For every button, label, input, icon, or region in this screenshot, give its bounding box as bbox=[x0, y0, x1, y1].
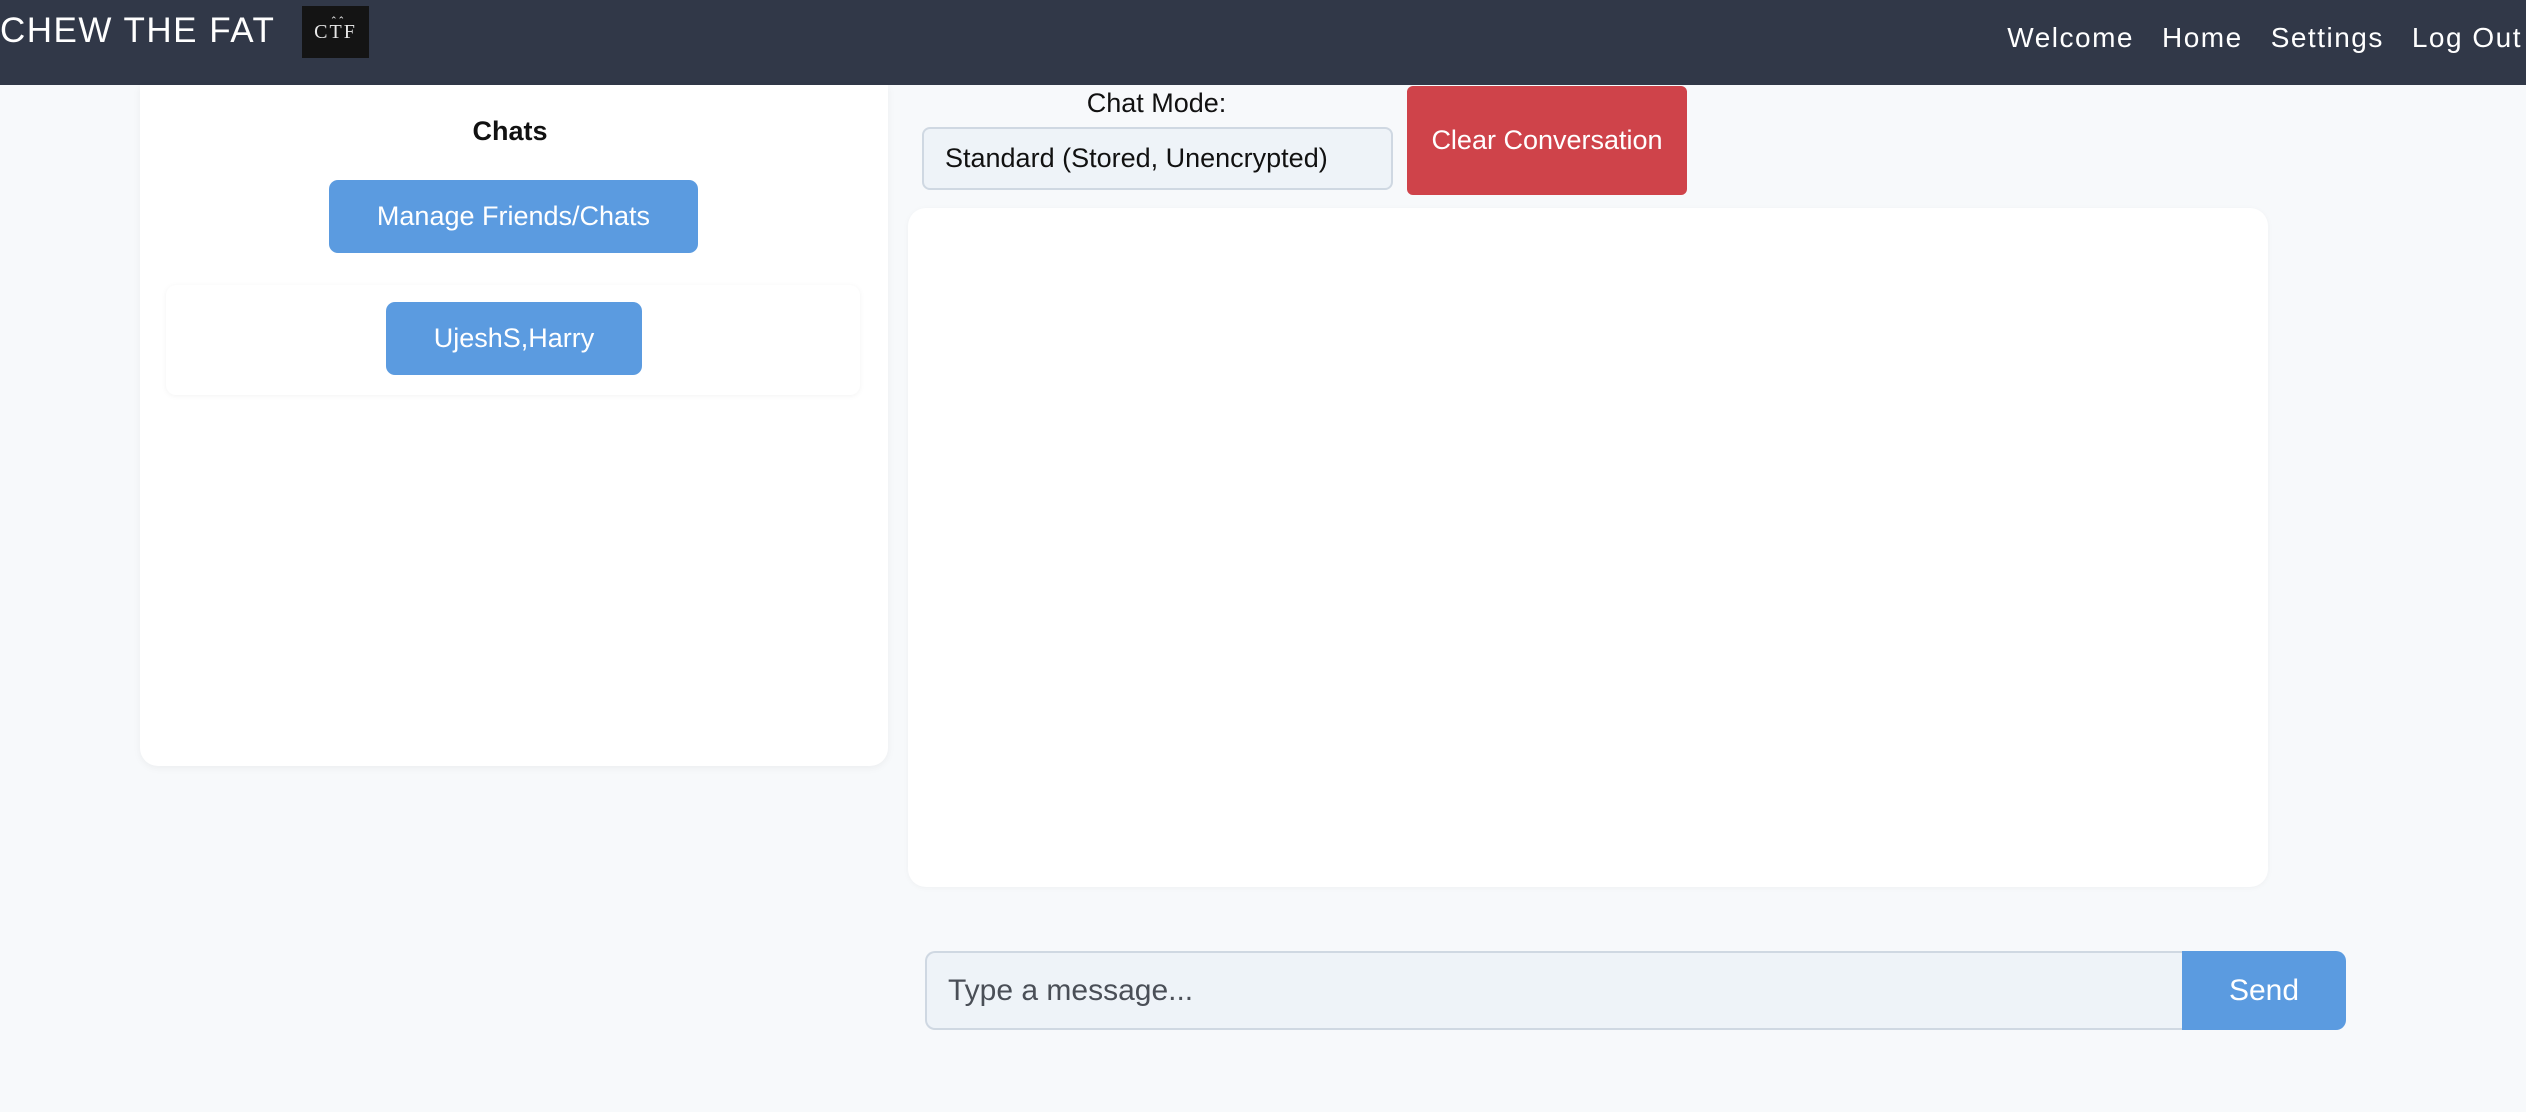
chat-mode-label: Chat Mode: bbox=[1086, 88, 1227, 118]
brand-title[interactable]: CHEW THE FAT bbox=[0, 11, 275, 51]
ctf-logo[interactable]: ⌃⌃ CTF bbox=[302, 6, 369, 58]
chat-list: UjeshS,Harry bbox=[166, 285, 860, 395]
message-input[interactable] bbox=[925, 951, 2183, 1030]
nav-link-home[interactable]: Home bbox=[2162, 20, 2243, 56]
chat-mode-select[interactable]: Standard (Stored, Unencrypted) bbox=[922, 127, 1393, 190]
nav-links: Welcome Home Settings Log Out bbox=[1979, 20, 2526, 56]
nav-link-settings[interactable]: Settings bbox=[2271, 20, 2384, 56]
nav-link-welcome[interactable]: Welcome bbox=[2007, 20, 2134, 56]
logo-mark-icon: ⌃⌃ bbox=[330, 15, 346, 25]
manage-friends-chats-button[interactable]: Manage Friends/Chats bbox=[329, 180, 698, 253]
clear-conversation-button[interactable]: Clear Conversation bbox=[1407, 86, 1687, 195]
top-navbar: CHEW THE FAT ⌃⌃ CTF Welcome Home Setting… bbox=[0, 0, 2526, 85]
chats-sidebar: Chats Manage Friends/Chats UjeshS,Harry bbox=[140, 85, 888, 766]
send-button[interactable]: Send bbox=[2182, 951, 2346, 1030]
nav-link-log-out[interactable]: Log Out bbox=[2412, 20, 2522, 56]
chat-item-ujeshs-harry[interactable]: UjeshS,Harry bbox=[386, 302, 642, 375]
chats-heading: Chats bbox=[472, 116, 548, 146]
message-area bbox=[908, 208, 2268, 887]
